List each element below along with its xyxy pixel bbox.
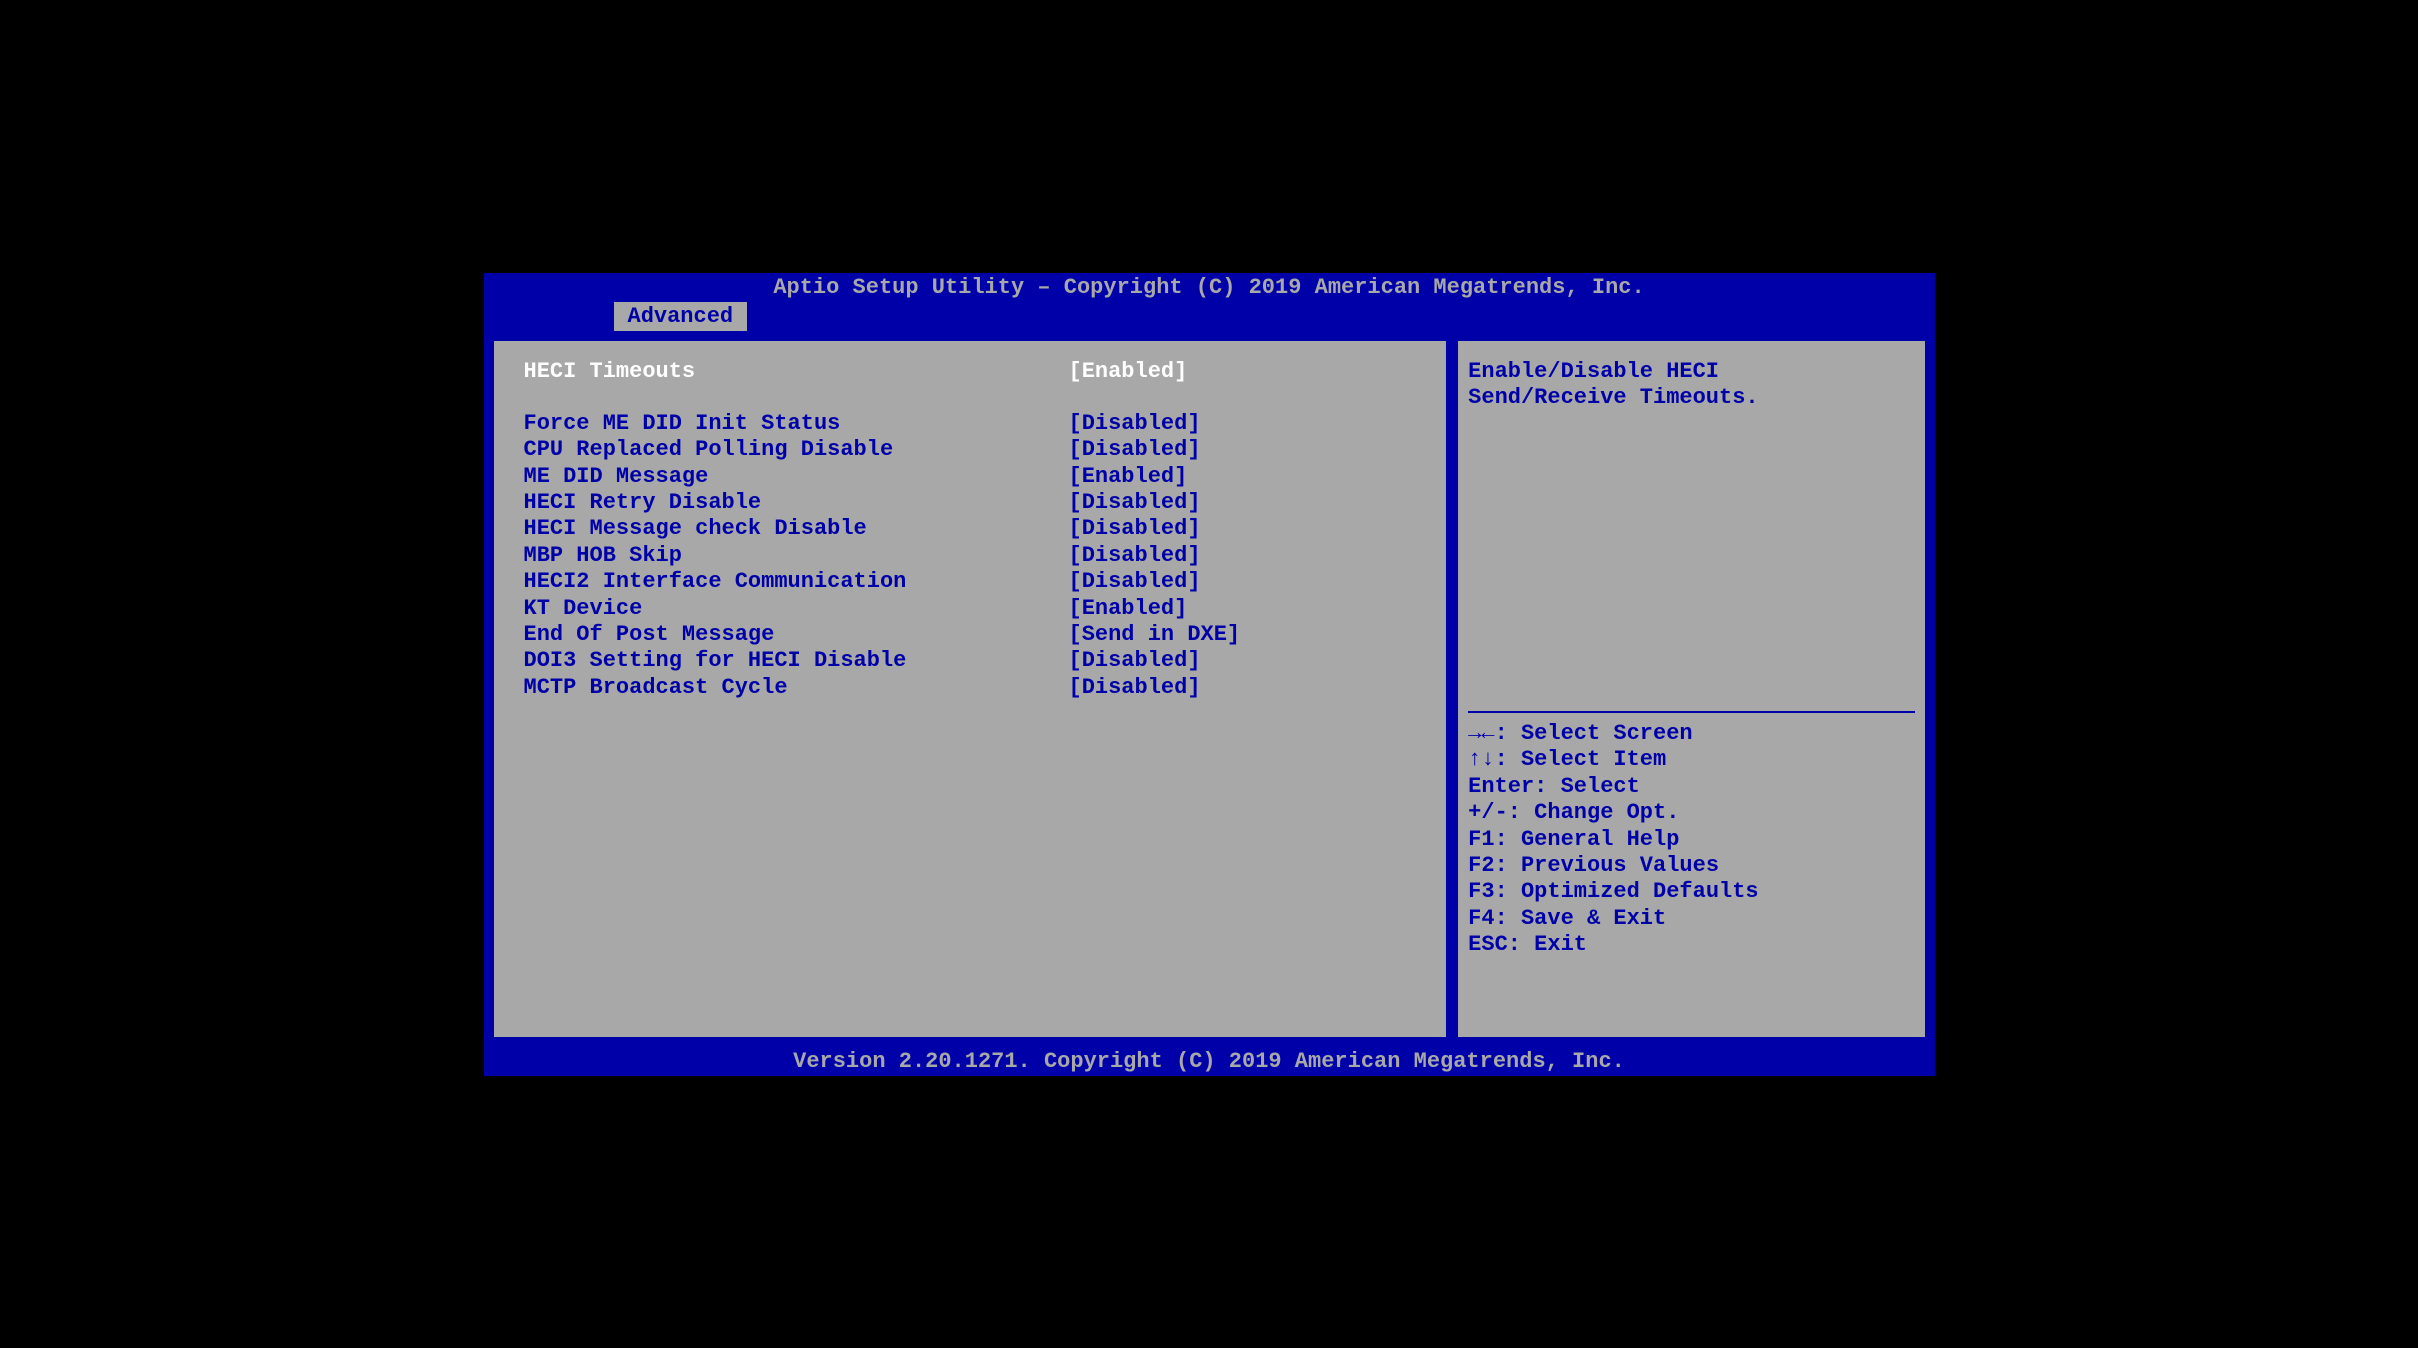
legend-action: General Help [1508, 827, 1680, 852]
legend-action: Exit [1521, 932, 1587, 957]
legend-line: ESC: Exit [1468, 932, 1914, 958]
setting-value: [Enabled] [1069, 359, 1188, 385]
setting-value: [Disabled] [1069, 543, 1201, 569]
footer-bar: Version 2.20.1271. Copyright (C) 2019 Am… [484, 1047, 1935, 1076]
legend-keys: F1: [1468, 827, 1508, 852]
setting-label: MBP HOB Skip [524, 543, 1069, 569]
setting-label: MCTP Broadcast Cycle [524, 675, 1069, 701]
setting-label: ME DID Message [524, 464, 1069, 490]
legend-action: Optimized Defaults [1508, 879, 1759, 904]
setting-label: HECI Message check Disable [524, 516, 1069, 542]
blank-row [524, 385, 1417, 411]
setting-label: HECI Retry Disable [524, 490, 1069, 516]
setting-row[interactable]: HECI Retry Disable[Disabled] [524, 490, 1417, 516]
legend-keys: ↑↓: [1468, 747, 1508, 772]
setting-value: [Disabled] [1069, 569, 1201, 595]
setting-label: End Of Post Message [524, 622, 1069, 648]
setting-value: [Enabled] [1069, 596, 1188, 622]
legend-action: Previous Values [1508, 853, 1719, 878]
legend-keys: F3: [1468, 879, 1508, 904]
content-area: HECI Timeouts[Enabled]Force ME DID Init … [484, 331, 1935, 1047]
help-section: Enable/Disable HECI Send/Receive Timeout… [1468, 359, 1914, 703]
setting-row[interactable]: Force ME DID Init Status[Disabled] [524, 411, 1417, 437]
setting-label: KT Device [524, 596, 1069, 622]
setting-row[interactable]: End Of Post Message[Send in DXE] [524, 622, 1417, 648]
legend-action: Select Item [1508, 747, 1666, 772]
setting-value: [Disabled] [1069, 516, 1201, 542]
setting-row[interactable]: CPU Replaced Polling Disable[Disabled] [524, 437, 1417, 463]
setting-label: HECI Timeouts [524, 359, 1069, 385]
legend-line: F2: Previous Values [1468, 853, 1914, 879]
legend-action: Select [1547, 774, 1639, 799]
legend-keys: →←: [1468, 721, 1508, 746]
setting-row[interactable]: DOI3 Setting for HECI Disable[Disabled] [524, 648, 1417, 674]
setting-row[interactable]: HECI2 Interface Communication[Disabled] [524, 569, 1417, 595]
legend-line: Enter: Select [1468, 774, 1914, 800]
tab-label: Advanced [628, 304, 734, 329]
setting-label: HECI2 Interface Communication [524, 569, 1069, 595]
setting-row[interactable]: MBP HOB Skip[Disabled] [524, 543, 1417, 569]
legend-keys: Enter: [1468, 774, 1547, 799]
help-panel: Enable/Disable HECI Send/Receive Timeout… [1456, 339, 1926, 1039]
legend-keys: F4: [1468, 906, 1508, 931]
legend-line: ↑↓: Select Item [1468, 747, 1914, 773]
setting-value: [Enabled] [1069, 464, 1188, 490]
legend-divider [1468, 711, 1914, 713]
legend-keys: ESC: [1468, 932, 1521, 957]
setting-value: [Disabled] [1069, 675, 1201, 701]
header-title: Aptio Setup Utility – Copyright (C) 2019… [773, 275, 1644, 300]
legend-line: +/-: Change Opt. [1468, 800, 1914, 826]
legend-keys: +/-: [1468, 800, 1521, 825]
header-title-bar: Aptio Setup Utility – Copyright (C) 2019… [484, 273, 1935, 302]
legend-line: →←: Select Screen [1468, 721, 1914, 747]
setting-value: [Disabled] [1069, 648, 1201, 674]
legend-line: F1: General Help [1468, 827, 1914, 853]
tab-row: Advanced [484, 302, 1935, 331]
setting-row[interactable]: HECI Message check Disable[Disabled] [524, 516, 1417, 542]
setting-value: [Send in DXE] [1069, 622, 1241, 648]
settings-panel[interactable]: HECI Timeouts[Enabled]Force ME DID Init … [492, 339, 1449, 1039]
setting-row[interactable]: KT Device[Enabled] [524, 596, 1417, 622]
legend-action: Save & Exit [1508, 906, 1666, 931]
setting-row[interactable]: HECI Timeouts[Enabled] [524, 359, 1417, 385]
setting-label: DOI3 Setting for HECI Disable [524, 648, 1069, 674]
setting-row[interactable]: MCTP Broadcast Cycle[Disabled] [524, 675, 1417, 701]
setting-row[interactable]: ME DID Message[Enabled] [524, 464, 1417, 490]
tab-advanced[interactable]: Advanced [614, 302, 748, 331]
legend-line: F3: Optimized Defaults [1468, 879, 1914, 905]
legend-section: →←: Select Screen↑↓: Select ItemEnter: S… [1468, 721, 1914, 1019]
legend-action: Change Opt. [1521, 800, 1679, 825]
legend-line: F4: Save & Exit [1468, 906, 1914, 932]
setting-value: [Disabled] [1069, 411, 1201, 437]
setting-label: CPU Replaced Polling Disable [524, 437, 1069, 463]
footer-text: Version 2.20.1271. Copyright (C) 2019 Am… [793, 1049, 1625, 1074]
setting-value: [Disabled] [1069, 437, 1201, 463]
legend-action: Select Screen [1508, 721, 1693, 746]
bios-setup-screen: Aptio Setup Utility – Copyright (C) 2019… [481, 270, 1938, 1079]
setting-label: Force ME DID Init Status [524, 411, 1069, 437]
setting-value: [Disabled] [1069, 490, 1201, 516]
legend-keys: F2: [1468, 853, 1508, 878]
help-text: Enable/Disable HECI Send/Receive Timeout… [1468, 359, 1914, 412]
